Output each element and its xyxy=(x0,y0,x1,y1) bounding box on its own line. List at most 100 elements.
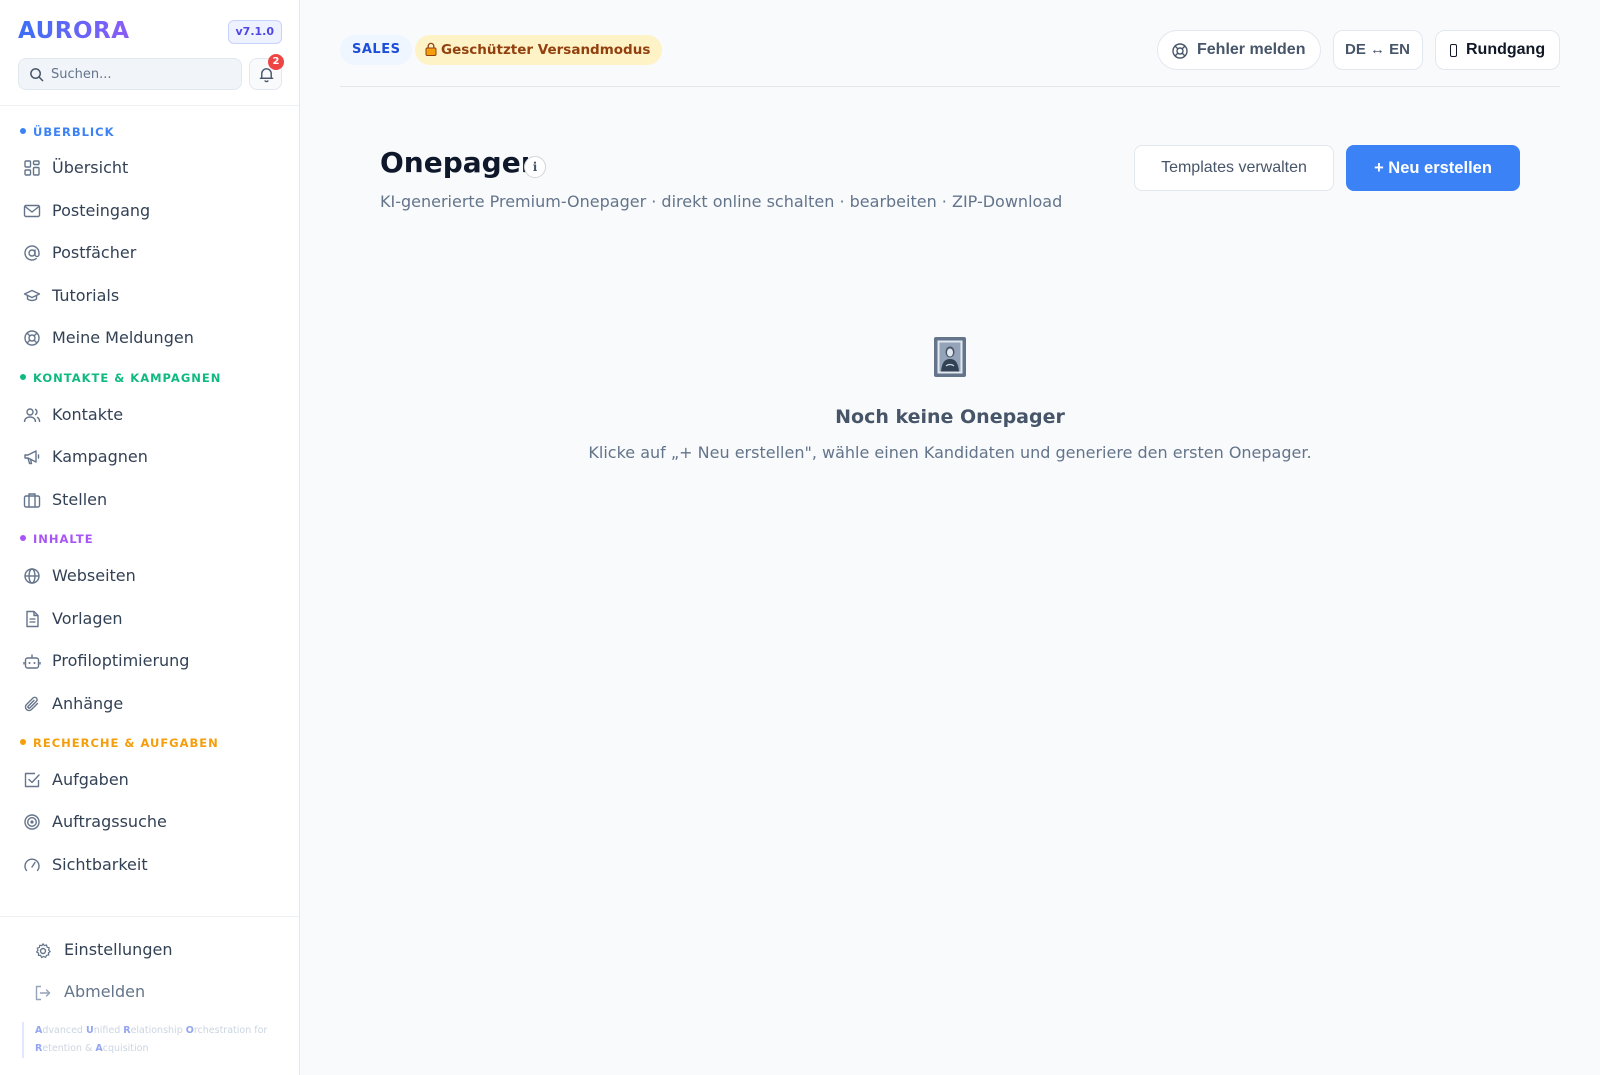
section-title-overview: ÜBERBLICK xyxy=(20,125,115,139)
section-title-research: RECHERCHE & AUFGABEN xyxy=(20,736,219,750)
sidebar-item-tutorials[interactable]: Tutorials xyxy=(14,278,286,314)
section-title-label: INHALTE xyxy=(33,532,94,546)
sidebar-item-uebersicht[interactable]: Übersicht xyxy=(14,150,286,186)
section-dot xyxy=(20,535,26,541)
acronym-word: dvanced xyxy=(42,1025,86,1036)
gauge-icon xyxy=(24,858,40,872)
sidebar-item-stellen[interactable]: Stellen xyxy=(14,482,286,518)
empty-state-title: Noch keine Onepager xyxy=(835,406,1065,428)
sidebar-item-aufgaben[interactable]: Aufgaben xyxy=(14,762,286,798)
bot-icon xyxy=(23,654,41,669)
sidebar: AURORA v7.1.0 2 ÜBERBLICK Übersicht Post… xyxy=(0,0,300,1075)
brand-acronym: Advanced Unified Relationship Orchestrat… xyxy=(22,1022,272,1058)
sidebar-item-webseiten[interactable]: Webseiten xyxy=(14,558,286,594)
sidebar-item-label: Meine Meldungen xyxy=(52,328,194,347)
brand-logo[interactable]: AURORA xyxy=(18,18,130,44)
acronym-word: elationship xyxy=(130,1025,186,1036)
sidebar-item-label: Kampagnen xyxy=(52,447,148,466)
section-dot xyxy=(20,739,26,745)
sidebar-item-posteingang[interactable]: Posteingang xyxy=(14,193,286,229)
sidebar-item-label: Stellen xyxy=(52,490,108,509)
target-icon xyxy=(24,814,40,830)
acronym-initial: U xyxy=(85,1025,94,1036)
acronym-initial: O xyxy=(185,1025,194,1036)
acronym-word: nified xyxy=(93,1025,124,1036)
section-title-contacts: KONTAKTE & KAMPAGNEN xyxy=(20,371,221,385)
globe-icon xyxy=(24,568,40,584)
sidebar-item-label: Kontakte xyxy=(52,405,124,424)
tour-button[interactable]: Rundgang xyxy=(1435,30,1560,70)
language-toggle[interactable]: DE ↔ EN xyxy=(1333,30,1423,70)
sidebar-item-label: Posteingang xyxy=(52,201,151,220)
notification-count-badge: 2 xyxy=(268,54,284,70)
search-box xyxy=(18,58,242,90)
acronym-word: cquisition xyxy=(102,1043,149,1054)
sidebar-item-sichtbarkeit[interactable]: Sichtbarkeit xyxy=(14,847,286,883)
report-error-button[interactable]: Fehler melden xyxy=(1157,30,1321,70)
sidebar-item-label: Postfächer xyxy=(52,243,137,262)
sidebar-divider xyxy=(0,105,299,106)
tour-label: Rundgang xyxy=(1466,41,1546,58)
settings-label: Einstellungen xyxy=(64,940,173,959)
logout-label: Abmelden xyxy=(64,982,146,1001)
sidebar-item-meine-meldungen[interactable]: Meine Meldungen xyxy=(14,320,286,356)
logout-link[interactable]: Abmelden xyxy=(26,976,276,1010)
sidebar-item-profiloptimierung[interactable]: Profiloptimierung xyxy=(14,643,286,679)
header-divider xyxy=(340,86,1560,87)
settings-link[interactable]: Einstellungen xyxy=(26,934,276,968)
page-subtitle: KI-generierte Premium-Onepager · direkt … xyxy=(380,192,1063,211)
sidebar-item-label: Webseiten xyxy=(52,566,136,585)
sidebar-item-kontakte[interactable]: Kontakte xyxy=(14,397,286,433)
sidebar-item-postfaecher[interactable]: Postfächer xyxy=(14,235,286,271)
acronym-word: etention & xyxy=(42,1043,96,1054)
notifications-button[interactable]: 2 xyxy=(249,54,284,90)
gear-icon xyxy=(36,943,51,959)
section-title-label: RECHERCHE & AUFGABEN xyxy=(33,736,219,750)
sidebar-item-label: Vorlagen xyxy=(52,609,123,628)
section-dot xyxy=(20,128,26,134)
sidebar-item-auftragssuche[interactable]: Auftragssuche xyxy=(14,804,286,840)
page-title: Onepager xyxy=(380,146,535,179)
top-header: SALES Geschützter Versandmodus Fehler me… xyxy=(340,30,1560,70)
at-sign-icon xyxy=(24,245,40,261)
file-text-icon xyxy=(26,610,39,628)
search-input[interactable] xyxy=(51,59,237,89)
info-icon[interactable]: i xyxy=(524,156,546,178)
version-badge: v7.1.0 xyxy=(227,20,282,44)
acronym-initial: R xyxy=(123,1025,131,1036)
empty-state-text: Klicke auf „+ Neu erstellen", wähle eine… xyxy=(588,443,1312,462)
language-toggle-label: DE ↔ EN xyxy=(1345,41,1411,58)
acronym-initial: A xyxy=(95,1043,103,1054)
section-title-content: INHALTE xyxy=(20,532,94,546)
paperclip-icon xyxy=(24,696,39,712)
sidebar-item-vorlagen[interactable]: Vorlagen xyxy=(14,601,286,637)
acronym-word: rchestration for xyxy=(193,1025,268,1036)
sidebar-item-label: Sichtbarkeit xyxy=(52,855,148,874)
sidebar-item-kampagnen[interactable]: Kampagnen xyxy=(14,439,286,475)
sidebar-item-label: Tutorials xyxy=(52,286,120,305)
grid-icon xyxy=(24,160,40,176)
sidebar-item-label: Übersicht xyxy=(52,158,129,177)
role-badge: SALES xyxy=(340,35,413,65)
manage-templates-button[interactable]: Templates verwalten xyxy=(1134,145,1334,191)
sidebar-item-label: Profiloptimierung xyxy=(52,651,190,670)
sidebar-item-label: Anhänge xyxy=(52,694,124,713)
sidebar-item-anhaenge[interactable]: Anhänge xyxy=(14,686,286,722)
lifebuoy-icon xyxy=(1172,43,1188,59)
search-icon xyxy=(30,68,44,82)
mode-badge: Geschützter Versandmodus xyxy=(415,35,663,65)
section-dot xyxy=(20,374,26,380)
section-title-label: ÜBERBLICK xyxy=(33,125,115,139)
lifebuoy-icon xyxy=(24,330,40,346)
section-title-label: KONTAKTE & KAMPAGNEN xyxy=(33,371,222,385)
framed-picture-icon xyxy=(934,337,966,377)
mode-badge-label: Geschützter Versandmodus xyxy=(441,42,651,58)
brand-row: AURORA v7.1.0 xyxy=(18,18,282,48)
sidebar-item-label: Auftragssuche xyxy=(52,812,167,831)
megaphone-icon xyxy=(24,450,40,465)
users-icon xyxy=(23,408,41,423)
sidebar-nav: ÜBERBLICK Übersicht Posteingang Postfäch… xyxy=(0,112,299,912)
create-new-button[interactable]: + Neu erstellen xyxy=(1346,145,1520,191)
graduation-cap-icon xyxy=(23,289,41,302)
report-error-label: Fehler melden xyxy=(1197,41,1306,58)
